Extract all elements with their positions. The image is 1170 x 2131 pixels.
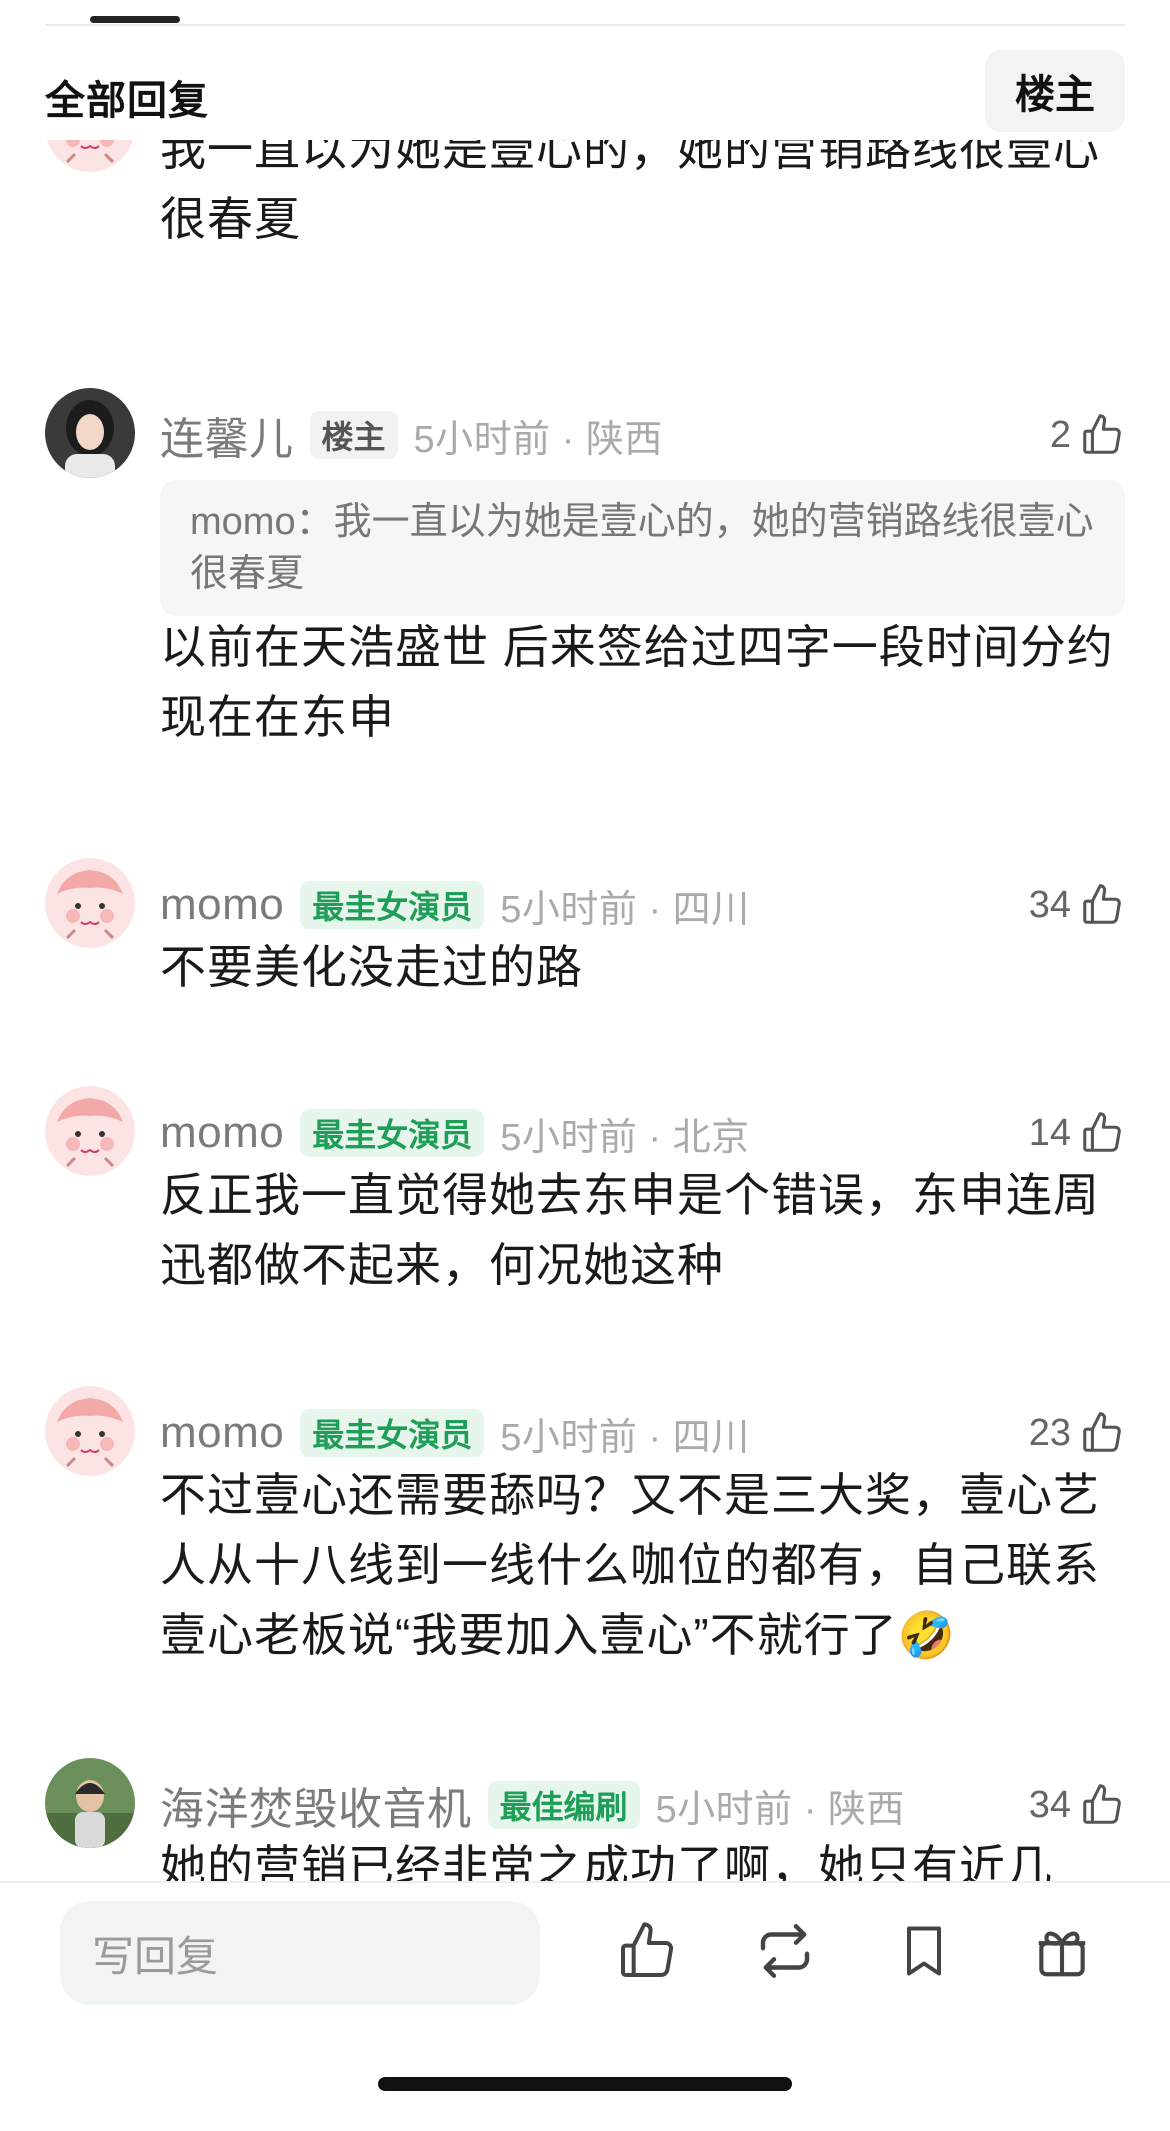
comment-list[interactable]: 我一直以为她是壹心的，她的营销路线很壹心很春夏 连馨儿 楼主 5小时前 · 陕西… bbox=[0, 140, 1170, 1883]
thumbs-up-icon bbox=[1083, 1112, 1121, 1152]
like-button[interactable]: 34 bbox=[1029, 1778, 1125, 1832]
username[interactable]: 连馨儿 bbox=[160, 403, 294, 467]
like-button[interactable]: 23 bbox=[1029, 1406, 1125, 1460]
timestamp-location: 5小时前 · 四川 bbox=[500, 1416, 750, 1459]
like-count: 14 bbox=[1028, 1111, 1071, 1154]
like-button[interactable]: 14 bbox=[1029, 1106, 1125, 1160]
quoted-reply[interactable]: momo：我一直以为她是壹心的，她的营销路线很壹心很春夏 bbox=[160, 480, 1125, 616]
like-post-button[interactable] bbox=[607, 1911, 687, 1991]
comment-body: 反正我一直觉得她去东申是个错误，东申连周迅都做不起来，何况她这种 bbox=[160, 1169, 1100, 1291]
thumbs-up-icon bbox=[1083, 1784, 1121, 1824]
user-badge: 最圭女演员 bbox=[300, 881, 485, 929]
bookmark-icon bbox=[907, 1926, 941, 1976]
replies-header: 全部回复 楼主 bbox=[0, 46, 1170, 136]
cartoon-peach-avatar-icon bbox=[46, 140, 134, 172]
repost-icon bbox=[760, 1924, 810, 1978]
sheet-grabber[interactable] bbox=[90, 16, 180, 23]
repost-button[interactable] bbox=[745, 1911, 825, 1991]
comment-body: 不过壹心还需要舔吗？又不是三大奖，壹心艺人从十八线到一线什么咖位的都有，自己联系… bbox=[160, 1460, 1125, 1670]
cartoon-peach-avatar-icon bbox=[45, 1086, 135, 1176]
thumbs-up-icon bbox=[1083, 1412, 1121, 1452]
thumbs-up-icon bbox=[1083, 414, 1121, 454]
op-only-button[interactable]: 楼主 bbox=[985, 50, 1125, 132]
gift-button[interactable] bbox=[1022, 1911, 1102, 1991]
username[interactable]: momo bbox=[160, 1108, 284, 1158]
photo-outdoor-avatar-icon bbox=[45, 1758, 135, 1848]
like-count: 34 bbox=[1028, 1783, 1071, 1826]
comment-body: 以前在天浩盛世 后来签给过四字一段时间分约 现在在东申 bbox=[160, 621, 1114, 743]
thumbs-up-icon bbox=[621, 1922, 674, 1978]
avatar[interactable] bbox=[45, 388, 135, 478]
user-badge: 最佳编刷 bbox=[487, 1781, 640, 1829]
rofl-emoji-icon: 🤣 bbox=[897, 1609, 956, 1661]
like-count: 23 bbox=[1028, 1411, 1071, 1454]
like-count: 34 bbox=[1028, 883, 1071, 926]
avatar[interactable] bbox=[45, 1386, 135, 1476]
bookmark-button[interactable] bbox=[884, 1911, 964, 1991]
avatar[interactable] bbox=[45, 858, 135, 948]
like-button[interactable]: 34 bbox=[1029, 878, 1125, 932]
gift-icon bbox=[1038, 1931, 1086, 1977]
home-indicator[interactable] bbox=[378, 2077, 792, 2091]
thumbs-up-icon bbox=[1083, 884, 1121, 924]
like-count: 2 bbox=[1049, 413, 1071, 456]
username[interactable]: 海洋焚毁收音机 bbox=[160, 1773, 472, 1837]
op-badge: 楼主 bbox=[309, 411, 398, 459]
username[interactable]: momo bbox=[160, 1408, 284, 1458]
timestamp-location: 5小时前 · 北京 bbox=[500, 1116, 750, 1159]
username[interactable]: momo bbox=[160, 880, 284, 930]
comment-body: 不要美化没走过的路 bbox=[160, 941, 583, 993]
user-badge: 最圭女演员 bbox=[300, 1109, 485, 1157]
timestamp-location: 5小时前 · 四川 bbox=[500, 888, 750, 931]
cartoon-peach-avatar-icon bbox=[45, 1386, 135, 1476]
bottom-action-bar: 写回复 bbox=[0, 1881, 1170, 2131]
photo-woman-avatar-icon bbox=[45, 388, 135, 478]
timestamp-location: 5小时前 · 陕西 bbox=[655, 1788, 905, 1831]
page-title: 全部回复 bbox=[45, 79, 209, 123]
timestamp-location: 5小时前 · 陕西 bbox=[413, 418, 663, 461]
avatar[interactable] bbox=[45, 1758, 135, 1848]
cartoon-peach-avatar-icon bbox=[45, 858, 135, 948]
comment-body: 我一直以为她是壹心的，她的营销路线很壹心很春夏 bbox=[160, 140, 1100, 245]
reply-input[interactable]: 写回复 bbox=[60, 1901, 540, 2005]
user-badge: 最圭女演员 bbox=[300, 1409, 485, 1457]
like-button[interactable]: 2 bbox=[1050, 408, 1125, 462]
avatar[interactable] bbox=[45, 140, 135, 172]
avatar[interactable] bbox=[45, 1086, 135, 1176]
comment-text: 不过壹心还需要舔吗？又不是三大奖，壹心艺人从十八线到一线什么咖位的都有，自己联系… bbox=[160, 1469, 1100, 1661]
top-divider bbox=[45, 24, 1125, 26]
comment-body: 她的营销已经非常之成功了啊，她只有近几 bbox=[160, 1841, 1053, 1883]
